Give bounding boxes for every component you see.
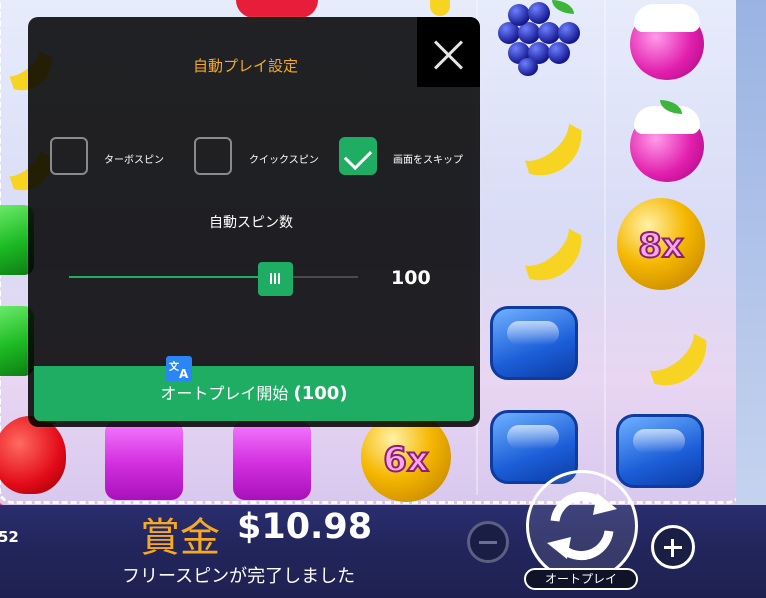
- turbo-spin-checkbox[interactable]: [50, 137, 88, 175]
- start-autoplay-button[interactable]: オートプレイ開始 (100): [34, 366, 474, 421]
- start-autoplay-count: (100): [293, 383, 348, 404]
- spin-button[interactable]: [526, 470, 638, 582]
- turbo-spin-label: ターボスピン: [104, 155, 164, 166]
- blue-candy-symbol: [616, 414, 704, 488]
- plum-symbol: [630, 100, 704, 182]
- balance-partial: 52: [0, 528, 19, 546]
- win-amount: $10.98: [237, 507, 373, 547]
- reel-divider: [604, 0, 606, 495]
- win-label: 賞金: [140, 515, 220, 561]
- multiplier-value: 8x: [637, 225, 685, 267]
- multiplier-value: 6x: [382, 439, 430, 481]
- multiplier-bomb: 8x: [617, 198, 705, 290]
- start-autoplay-label: オートプレイ開始: [160, 384, 289, 403]
- minus-icon[interactable]: [467, 521, 509, 563]
- spin-count-slider[interactable]: [69, 276, 358, 278]
- translate-icon: 文 A: [166, 356, 192, 382]
- spin-arrows-icon: [547, 491, 617, 561]
- slider-fill: [69, 276, 260, 278]
- heart-candy-symbol: [236, 0, 318, 18]
- skip-screens-checkbox[interactable]: [339, 137, 377, 175]
- autoplay-button-label[interactable]: オートプレイ: [524, 568, 638, 590]
- plus-icon[interactable]: [651, 525, 695, 569]
- purple-candy-symbol: [105, 420, 183, 500]
- skip-screens-label: 画面をスキップ: [393, 155, 463, 166]
- win-message: フリースピンが完了しました: [122, 566, 356, 587]
- side-scenery: [736, 0, 766, 505]
- spin-count-value: 100: [391, 267, 431, 289]
- purple-candy-symbol: [233, 420, 311, 500]
- grape-symbol: [490, 0, 580, 76]
- plum-symbol: [630, 4, 704, 80]
- quick-spin-checkbox[interactable]: [194, 137, 232, 175]
- close-icon[interactable]: [417, 17, 480, 87]
- blue-candy-symbol: [490, 306, 578, 380]
- spin-count-label: 自動スピン数: [209, 215, 293, 231]
- slider-handle[interactable]: [258, 262, 293, 296]
- quick-spin-label: クイックスピン: [249, 155, 319, 166]
- dialog-title: 自動プレイ設定: [193, 57, 299, 75]
- apple-symbol: [0, 410, 66, 494]
